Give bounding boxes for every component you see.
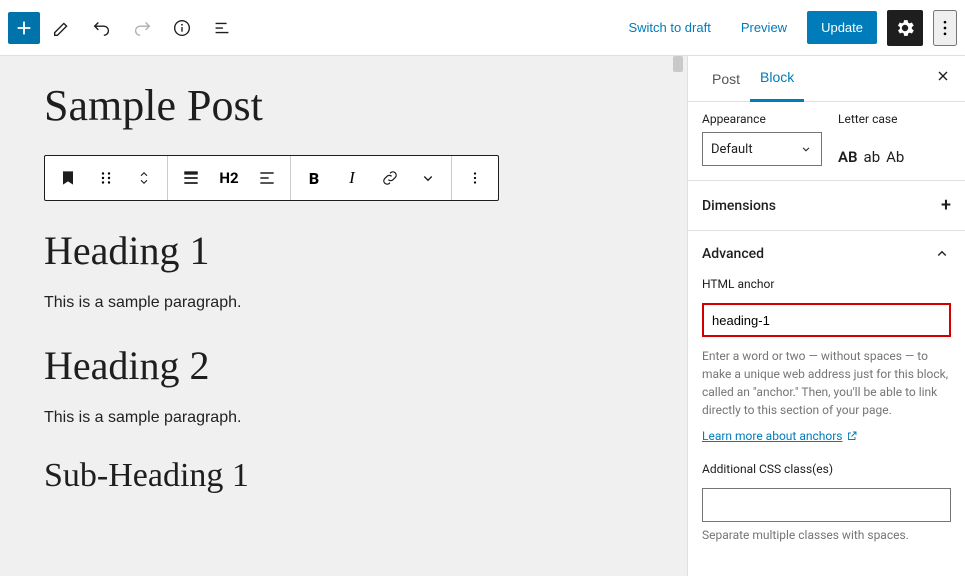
drag-handle[interactable] xyxy=(87,156,125,200)
outline-button[interactable] xyxy=(204,10,240,46)
link-button[interactable] xyxy=(371,156,409,200)
plus-icon: + xyxy=(941,195,951,216)
html-anchor-input[interactable] xyxy=(702,303,951,337)
appearance-label: Appearance xyxy=(702,112,822,126)
list-icon xyxy=(211,17,233,39)
editor-canvas[interactable]: Sample Post H2 B I xyxy=(0,56,687,535)
more-options-button[interactable] xyxy=(933,10,957,46)
plus-icon xyxy=(13,17,35,39)
block-toolbar: H2 B I xyxy=(44,155,499,201)
undo-button[interactable] xyxy=(84,10,120,46)
kebab-icon xyxy=(466,169,484,187)
switch-draft-button[interactable]: Switch to draft xyxy=(618,14,720,41)
lettercase-label: Letter case xyxy=(838,112,904,126)
subheading-block-1[interactable]: Sub-Heading 1 xyxy=(44,457,647,495)
editor-canvas-wrap: Sample Post H2 B I xyxy=(0,56,687,576)
learn-more-anchors-link[interactable]: Learn more about anchors xyxy=(702,429,858,443)
post-title[interactable]: Sample Post xyxy=(44,80,647,131)
advanced-section-toggle[interactable]: Advanced xyxy=(688,230,965,277)
css-classes-help: Separate multiple classes with spaces. xyxy=(702,528,951,542)
align-button[interactable] xyxy=(172,156,210,200)
toolbar-right: Switch to draft Preview Update xyxy=(618,10,957,46)
toolbar-left xyxy=(8,10,240,46)
heading-block-1[interactable]: Heading 1 xyxy=(44,227,647,274)
update-button[interactable]: Update xyxy=(807,11,877,44)
more-rich-text-button[interactable] xyxy=(409,156,447,200)
advanced-panel: HTML anchor Enter a word or two — withou… xyxy=(688,277,965,556)
tab-block[interactable]: Block xyxy=(750,56,804,102)
dimensions-section[interactable]: Dimensions + xyxy=(688,180,965,230)
info-button[interactable] xyxy=(164,10,200,46)
tab-post[interactable]: Post xyxy=(702,57,750,101)
info-icon xyxy=(171,17,193,39)
scrollbar-thumb[interactable] xyxy=(673,56,683,72)
align-icon xyxy=(181,168,201,188)
lettercase-upper-button[interactable]: AB xyxy=(838,148,858,166)
add-block-button[interactable] xyxy=(8,12,40,44)
heading-block-2[interactable]: Heading 2 xyxy=(44,342,647,389)
external-link-icon xyxy=(846,430,858,442)
paragraph-block-2[interactable]: This is a sample paragraph. xyxy=(44,409,647,427)
gear-icon xyxy=(894,17,916,39)
chevron-up-icon xyxy=(933,245,951,263)
close-icon xyxy=(935,68,951,84)
block-more-button[interactable] xyxy=(456,156,494,200)
bookmark-icon xyxy=(58,168,78,188)
css-classes-input[interactable] xyxy=(702,488,951,522)
top-toolbar: Switch to draft Preview Update xyxy=(0,0,965,56)
bold-icon: B xyxy=(309,169,319,188)
chevron-up-down-icon xyxy=(135,169,153,187)
italic-icon: I xyxy=(349,168,355,188)
pencil-icon xyxy=(51,17,73,39)
anchor-help-text: Enter a word or two — without spaces — t… xyxy=(702,347,951,419)
html-anchor-label: HTML anchor xyxy=(702,277,951,291)
settings-button[interactable] xyxy=(887,10,923,46)
kebab-icon xyxy=(935,18,955,38)
redo-icon xyxy=(131,17,153,39)
typography-panel: Appearance Default Letter case AB ab Ab xyxy=(688,102,965,180)
main-area: Sample Post H2 B I xyxy=(0,56,965,576)
text-align-icon xyxy=(257,168,277,188)
sidebar-tabs: Post Block xyxy=(688,56,965,102)
heading-level-button[interactable]: H2 xyxy=(210,156,248,200)
lettercase-cap-button[interactable]: Ab xyxy=(886,148,904,166)
italic-button[interactable]: I xyxy=(333,156,371,200)
move-updown-button[interactable] xyxy=(125,156,163,200)
link-icon xyxy=(380,168,400,188)
paragraph-block-1[interactable]: This is a sample paragraph. xyxy=(44,294,647,312)
css-classes-label: Additional CSS class(es) xyxy=(702,462,951,476)
chevron-down-icon xyxy=(419,169,437,187)
settings-sidebar: Post Block Appearance Default Letter cas… xyxy=(687,56,965,576)
block-type-button[interactable] xyxy=(49,156,87,200)
undo-icon xyxy=(91,17,113,39)
appearance-select[interactable]: Default xyxy=(702,132,822,166)
lettercase-group: AB ab Ab xyxy=(838,132,904,166)
close-sidebar-button[interactable] xyxy=(935,68,951,89)
chevron-down-icon xyxy=(799,142,813,156)
preview-button[interactable]: Preview xyxy=(731,14,797,41)
edit-mode-button[interactable] xyxy=(44,10,80,46)
drag-icon xyxy=(97,169,115,187)
lettercase-lower-button[interactable]: ab xyxy=(864,148,881,166)
text-align-button[interactable] xyxy=(248,156,286,200)
redo-button[interactable] xyxy=(124,10,160,46)
bold-button[interactable]: B xyxy=(295,156,333,200)
